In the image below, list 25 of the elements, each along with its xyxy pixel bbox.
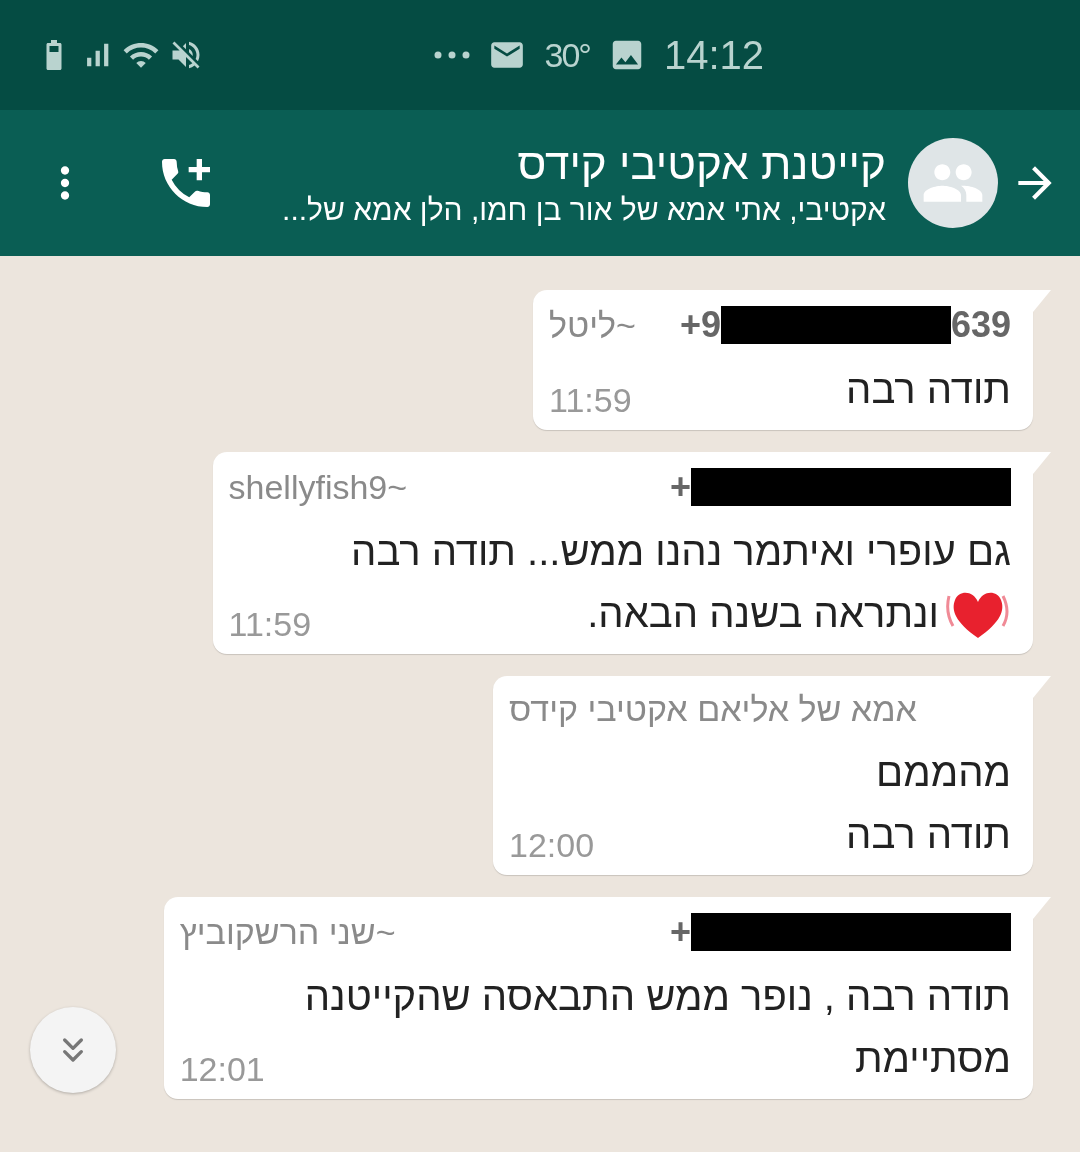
sender-name: ~shellyfish9 xyxy=(228,467,408,507)
message-text: מהממם xyxy=(876,749,1011,796)
message-time: 12:01 xyxy=(179,1050,265,1089)
message-text: תודה רבה xyxy=(846,811,1011,858)
phone-number: + xyxy=(669,466,691,508)
message-text: תודה רבה xyxy=(846,366,1011,413)
phone-number: 639 xyxy=(950,304,1011,346)
clock: 14:12 xyxy=(663,32,764,78)
message-time: 12:00 xyxy=(509,826,595,865)
chat-title: קייטנת אקטיבי קידס xyxy=(517,139,886,189)
message-time: 11:59 xyxy=(549,381,632,420)
sender-name: ~שני הרשקוביץ xyxy=(179,912,396,952)
message-text: תודה רבה , נופר ממש התבאסה שהקייטנה xyxy=(304,973,1011,1020)
scroll-down-button[interactable] xyxy=(30,1007,116,1093)
message-text: מסתיימת xyxy=(854,1035,1011,1082)
chat-subtitle: אקטיבי, אתי אמא של אור בן חמו, הלן אמא של... xyxy=(282,193,886,227)
temperature: 30° xyxy=(544,35,590,75)
more-icon xyxy=(434,51,471,59)
message-text: גם עופרי ואיתמר נהנו ממש... תודה רבה xyxy=(351,528,1011,575)
message-time: 11:59 xyxy=(228,605,312,644)
sender-name: ~ליטל xyxy=(549,305,636,345)
phone-number: + xyxy=(669,911,691,953)
phone-number: +9 xyxy=(679,304,721,346)
message-text: ונתראה בשנה הבאה. xyxy=(587,582,1011,644)
sender-name: אמא של אליאם אקטיבי קידס xyxy=(509,690,917,729)
